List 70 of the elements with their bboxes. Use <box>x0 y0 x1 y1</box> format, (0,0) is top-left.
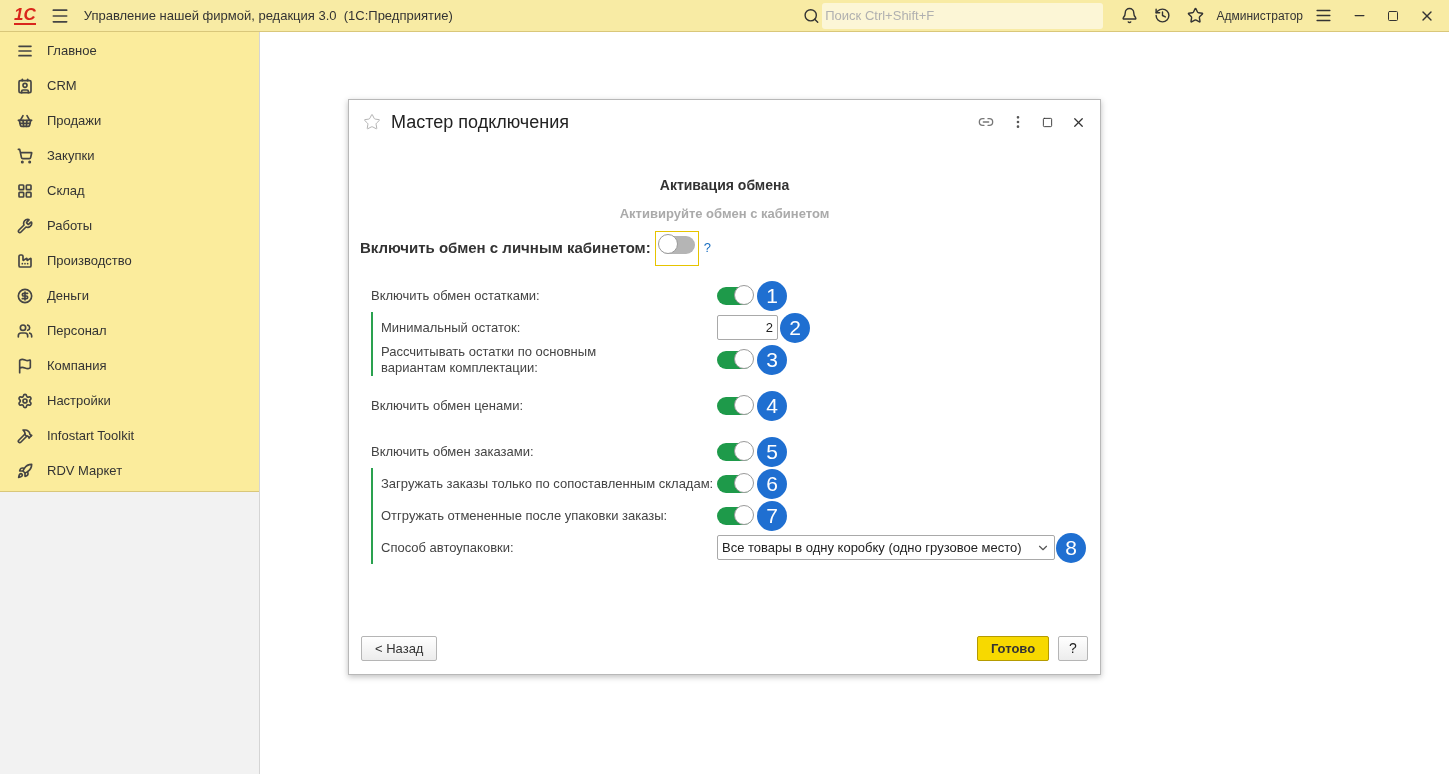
help-button[interactable]: ? <box>1058 636 1088 661</box>
app-title: Управление нашей фирмой, редакция 3.0 (1С:Предприятие) <box>83 6 453 25</box>
flag-icon <box>17 357 33 374</box>
sidebar-item[interactable]: Главное <box>0 33 259 68</box>
field-label: Минимальный остаток: <box>381 319 522 336</box>
menu-icon[interactable] <box>1315 7 1332 24</box>
app-logo: 1С <box>14 6 36 25</box>
sidebar-item[interactable]: Компания <box>0 348 259 383</box>
history-icon[interactable] <box>1154 7 1172 24</box>
sidebar-item[interactable]: Склад <box>0 173 259 208</box>
maximize-icon[interactable] <box>1387 9 1399 22</box>
sidebar-item[interactable]: Работы <box>0 208 259 243</box>
callout-number: 6 <box>757 468 787 499</box>
number-field[interactable]: 2 <box>717 315 778 340</box>
star-icon[interactable] <box>363 113 381 131</box>
field-label: Рассчитывать остатки по основным вариантам комплектации: <box>381 343 598 376</box>
sidebar-item[interactable]: Производство <box>0 243 259 278</box>
rocket-icon <box>17 462 33 479</box>
sidebar-item[interactable]: Персонал <box>0 313 259 348</box>
field-label: Загружать заказы только по сопоставленным складам: <box>381 475 715 492</box>
people-icon <box>17 322 33 339</box>
dropdown-field[interactable]: Все товары в одну коробку (одно грузовое место) <box>717 535 1055 560</box>
sidebar-item[interactable]: Закупки <box>0 138 259 173</box>
search-field[interactable]: Поиск Ctrl+Shift+F <box>822 2 1104 29</box>
help-link[interactable]: ? <box>703 238 711 258</box>
done-button[interactable]: Готово <box>977 636 1049 661</box>
field-label: Отгружать отмененные после упаковки заказы: <box>381 507 669 524</box>
star-icon[interactable] <box>1187 7 1205 24</box>
wrench-icon <box>17 217 33 234</box>
callout-number: 3 <box>757 344 787 375</box>
contact-card-icon <box>17 77 33 94</box>
toggle-switch[interactable] <box>717 442 753 461</box>
master-switch-label: Включить обмен с личным кабинетом: <box>360 237 651 258</box>
user-name[interactable]: Администратор <box>1216 6 1303 25</box>
callout-number: 7 <box>757 500 787 531</box>
coin-icon <box>17 287 33 304</box>
sidebar-item[interactable]: Infostart Toolkit <box>0 418 259 453</box>
callout-number: 8 <box>1056 532 1086 563</box>
sidebar-item[interactable]: Деньги <box>0 278 259 313</box>
toggle-switch[interactable] <box>717 396 753 415</box>
field-label: Способ автоупаковки: <box>381 539 515 556</box>
maximize-icon[interactable] <box>1042 116 1053 128</box>
basket-icon <box>17 112 33 129</box>
callout-number: 1 <box>757 280 787 311</box>
field-label: Включить обмен остатками: <box>371 287 541 304</box>
section-heading: Активация обмена <box>659 176 790 195</box>
toggle-switch[interactable] <box>717 286 753 305</box>
search-icon <box>803 6 821 25</box>
callout-number: 4 <box>757 390 787 421</box>
toggle-switch[interactable] <box>717 350 753 369</box>
section-subheading: Активируйте обмен с кабинетом <box>619 205 830 223</box>
sidebar-item[interactable]: RDV Маркет <box>0 453 259 488</box>
toggle-switch[interactable] <box>658 235 695 254</box>
cart-icon <box>17 147 33 164</box>
grid-icon <box>17 182 33 199</box>
hammer-icon <box>17 427 33 444</box>
sidebar-item[interactable]: CRM <box>0 68 259 103</box>
factory-icon <box>17 252 33 269</box>
callout-number: 2 <box>780 312 810 343</box>
dialog-title: Мастер подключения <box>391 110 569 134</box>
toggle-switch[interactable] <box>717 474 753 493</box>
settings-icon <box>17 392 33 409</box>
toggle-switch[interactable] <box>717 506 753 525</box>
sidebar-item[interactable]: Настройки <box>0 383 259 418</box>
callout-number: 5 <box>757 436 787 467</box>
field-label: Включить обмен заказами: <box>371 443 535 460</box>
field-label: Включить обмен ценами: <box>371 397 525 414</box>
bell-icon[interactable] <box>1121 7 1139 24</box>
sidebar-item[interactable]: Продажи <box>0 103 259 138</box>
back-button[interactable]: < Назад <box>361 636 438 661</box>
